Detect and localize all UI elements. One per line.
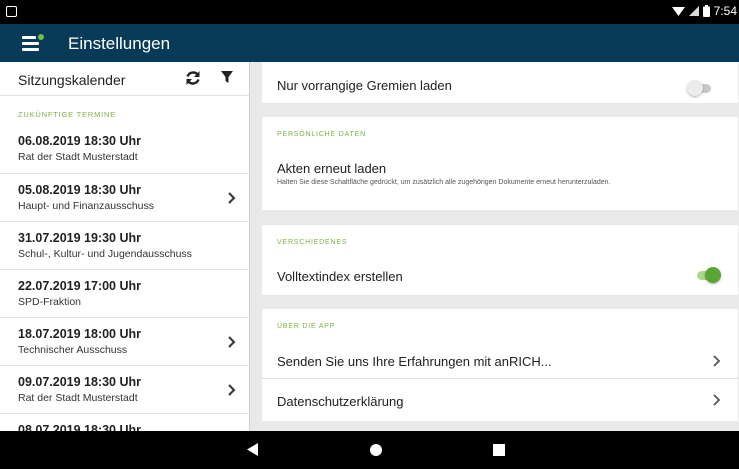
wifi-icon (671, 6, 685, 16)
reload-files-button[interactable]: Akten erneut laden Halten Sie diese Scha… (262, 153, 738, 205)
term-item[interactable]: 06.08.2019 18:30 Uhr Rat der Stadt Muste… (0, 130, 249, 174)
section-label-personal: PERSÖNLICHE DATEN (277, 131, 366, 138)
calendar-title: Sitzungskalender (18, 72, 126, 88)
notification-icon (6, 6, 17, 17)
battery-icon (702, 5, 710, 17)
section-label-about: ÜBER DIE APP (277, 323, 336, 330)
signal-icon (688, 5, 699, 16)
privacy-label: Datenschutzerklärung (277, 394, 404, 409)
hamburger-menu-icon[interactable] (22, 34, 44, 52)
chevron-right-icon (713, 394, 721, 406)
priority-setting-label: Nur vorrangige Gremien laden (277, 78, 452, 93)
calendar-header: Sitzungskalender (0, 62, 249, 96)
term-committee: Technischer Ausschuss (18, 344, 128, 356)
misc-card: VERSCHIEDENES Volltextindex erstellen (262, 225, 738, 295)
term-committee: Schul-, Kultur- und Jugendausschuss (18, 248, 192, 260)
priority-card: Nur vorrangige Gremien laden (262, 62, 738, 103)
feedback-row[interactable]: Senden Sie uns Ihre Erfahrungen mit anRI… (262, 343, 738, 379)
terms-list: 06.08.2019 18:30 Uhr Rat der Stadt Muste… (0, 130, 249, 431)
about-card: ÜBER DIE APP Senden Sie uns Ihre Erfahru… (262, 309, 738, 421)
filter-icon[interactable] (220, 70, 234, 86)
term-item[interactable]: 31.07.2019 19:30 Uhr Schul-, Kultur- und… (0, 222, 249, 270)
term-committee: Haupt- und Finanzausschuss (18, 200, 154, 212)
section-label-upcoming: ZUKÜNFTIGE TERMINE (18, 110, 117, 119)
term-item[interactable]: 09.07.2019 18:30 Uhr Rat der Stadt Muste… (0, 366, 249, 414)
notification-dot (38, 34, 44, 40)
status-bar: 7:54 (0, 0, 739, 24)
term-datetime: 08.07.2019 18:30 Uhr (18, 423, 142, 431)
term-committee: Rat der Stadt Musterstadt (18, 151, 138, 163)
recents-icon[interactable] (493, 444, 505, 456)
term-item[interactable]: 05.08.2019 18:30 Uhr Haupt- und Finanzau… (0, 174, 249, 222)
reload-files-title: Akten erneut laden (277, 161, 387, 176)
sitzungskalender-panel: Sitzungskalender ZUKÜNFTIGE TERMINE 06.0… (0, 62, 250, 431)
feedback-label: Senden Sie uns Ihre Erfahrungen mit anRI… (277, 354, 552, 369)
fulltext-toggle[interactable] (695, 267, 721, 283)
term-committee: SPD-Fraktion (18, 296, 82, 308)
term-datetime: 09.07.2019 18:30 Uhr (18, 375, 142, 389)
term-item[interactable]: 18.07.2019 18:00 Uhr Technischer Ausschu… (0, 318, 249, 366)
home-icon[interactable] (369, 443, 383, 457)
app-bar: Einstellungen (0, 24, 739, 62)
back-icon[interactable] (246, 442, 259, 457)
chevron-right-icon (228, 336, 236, 348)
term-datetime: 31.07.2019 19:30 Uhr (18, 231, 142, 245)
privacy-row[interactable]: Datenschutzerklärung (262, 380, 738, 420)
reload-files-description: Halten Sie diese Schaltfläche gedrückt, … (277, 179, 611, 186)
status-icons: 7:54 (671, 4, 737, 18)
refresh-icon[interactable] (185, 69, 201, 87)
priority-toggle[interactable] (687, 80, 713, 96)
personal-data-card: PERSÖNLICHE DATEN Akten erneut laden Hal… (262, 117, 738, 210)
page-title: Einstellungen (68, 34, 171, 53)
section-label-misc: VERSCHIEDENES (277, 239, 348, 246)
chevron-right-icon (228, 192, 236, 204)
term-item[interactable]: 22.07.2019 17:00 Uhr SPD-Fraktion (0, 270, 249, 318)
chevron-right-icon (713, 355, 721, 367)
term-datetime: 05.08.2019 18:30 Uhr (18, 183, 142, 197)
term-datetime: 22.07.2019 17:00 Uhr (18, 279, 142, 293)
navigation-bar (0, 431, 739, 469)
term-datetime: 18.07.2019 18:00 Uhr (18, 327, 142, 341)
term-item[interactable]: 08.07.2019 18:30 Uhr (0, 414, 249, 431)
clock: 7:54 (713, 4, 737, 18)
term-datetime: 06.08.2019 18:30 Uhr (18, 134, 142, 148)
chevron-right-icon (228, 384, 236, 396)
fulltext-setting-label: Volltextindex erstellen (277, 269, 403, 284)
term-committee: Rat der Stadt Musterstadt (18, 392, 138, 404)
